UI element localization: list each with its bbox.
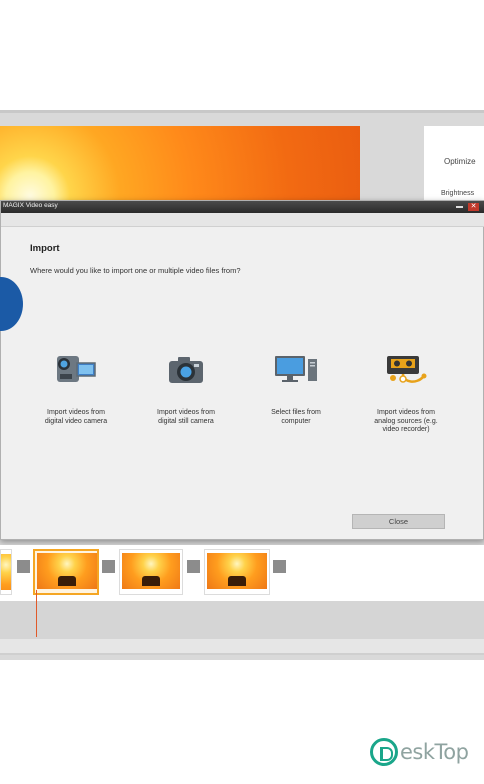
watermark: eskTop [370, 738, 469, 766]
dialog-header-band [1, 213, 484, 227]
option-analog-source[interactable]: Import videos from analog sources (e.g. … [351, 349, 461, 435]
option-label: Select files from computer [271, 409, 321, 425]
transition-slot[interactable] [273, 560, 286, 573]
video-preview [0, 126, 360, 200]
window-title: MAGIX Video easy [3, 202, 58, 209]
playhead[interactable] [36, 590, 37, 637]
transition-slot[interactable] [102, 560, 115, 573]
transition-slot[interactable] [17, 560, 30, 573]
option-label: Import videos from digital video camera [44, 409, 108, 425]
watermark-logo-icon [370, 738, 398, 766]
clip-image [1, 554, 11, 590]
clip-image [207, 553, 267, 589]
photo-camera-icon [169, 357, 203, 383]
clip-thumbnail[interactable] [204, 549, 270, 595]
close-button[interactable]: Close [352, 514, 445, 529]
camcorder-icon [57, 356, 96, 382]
optimize-label[interactable]: Optimize [444, 157, 476, 166]
import-dialog: MAGIX Video easy ✕ Import Where would yo… [0, 200, 484, 540]
vhs-tape-icon [387, 356, 427, 383]
side-tab[interactable] [0, 277, 23, 331]
option-computer[interactable]: Select files from computer [241, 349, 351, 426]
import-options: Import videos from digital video camera … [21, 349, 461, 449]
option-label: Import videos from digital still camera [157, 409, 215, 425]
option-video-camera[interactable]: Import videos from digital video camera [21, 349, 131, 426]
window-close-button[interactable]: ✕ [468, 203, 479, 211]
clip-thumbnail[interactable] [119, 549, 183, 595]
computer-monitor-icon [275, 356, 317, 382]
clip-thumbnail-selected[interactable] [33, 549, 99, 595]
dialog-titlebar: MAGIX Video easy ✕ [1, 201, 484, 213]
clip-image [37, 553, 97, 589]
storyboard [0, 545, 484, 601]
dialog-heading: Import [30, 243, 60, 254]
dialog-question: Where would you like to import one or mu… [30, 266, 241, 275]
option-still-camera[interactable]: Import videos from digital still camera [131, 349, 241, 426]
watermark-text: eskTop [400, 740, 469, 764]
status-strip [0, 639, 484, 655]
transition-slot[interactable] [187, 560, 200, 573]
minimize-button[interactable] [456, 203, 463, 208]
timeline-track [0, 601, 484, 639]
clip-thumbnail[interactable] [0, 549, 12, 595]
screenshot: Optimize Brightness MAGIX Video easy ✕ I… [0, 0, 484, 784]
option-label: Import videos from analog sources (e.g. … [374, 409, 438, 433]
clip-image [122, 553, 180, 589]
brightness-label[interactable]: Brightness [441, 190, 474, 197]
